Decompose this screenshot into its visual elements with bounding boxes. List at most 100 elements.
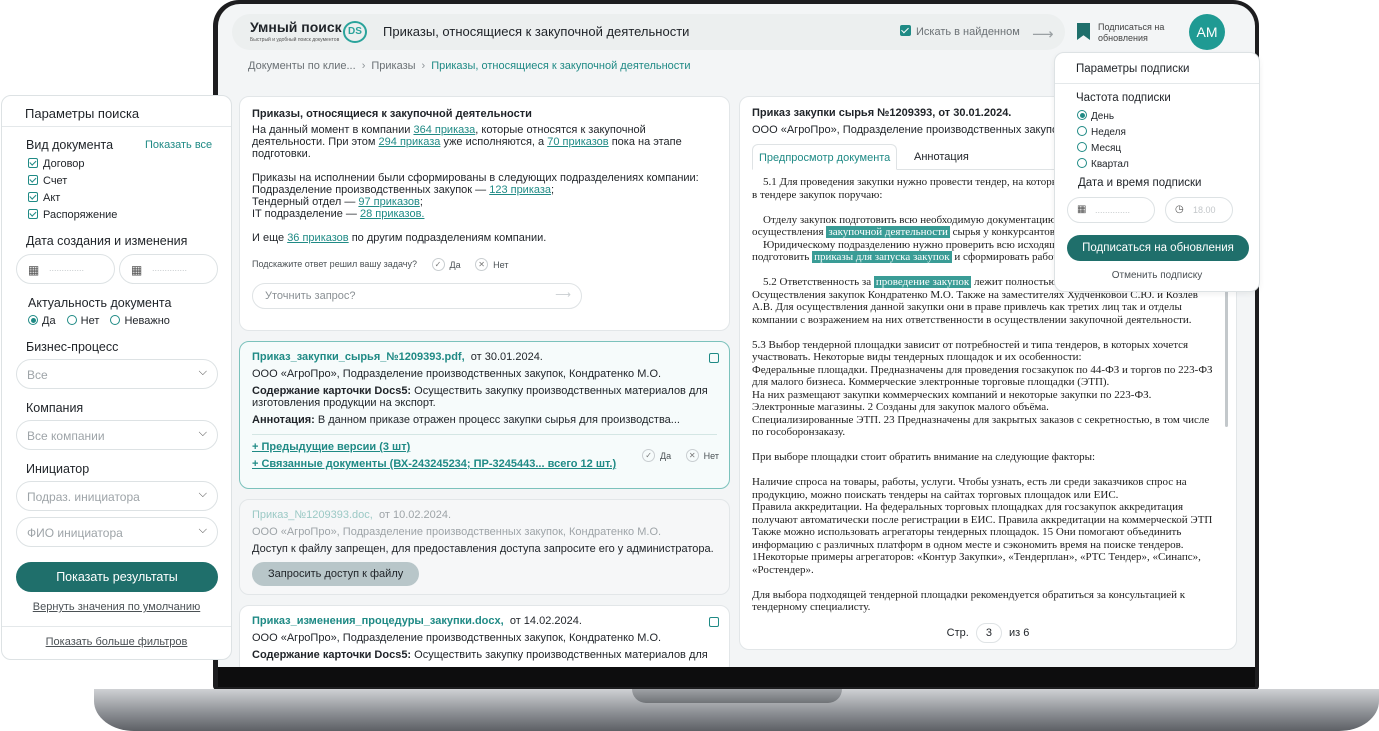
frequency-radio-month[interactable]: Месяц (1077, 142, 1121, 154)
radio-yes[interactable]: Да (28, 315, 56, 327)
initiator-name-select[interactable]: ФИО инициатора ⌵ (16, 517, 218, 547)
doctype-checkbox-contract[interactable]: Договор (28, 158, 85, 170)
tab-annotation[interactable]: Аннотация (908, 144, 975, 170)
radio-label: Месяц (1091, 143, 1122, 154)
more-filters-link[interactable]: Показать больше фильтров (2, 636, 231, 648)
search-result-card[interactable]: Приказ_закупки_сырья_№1209393.pdf, от 30… (239, 341, 730, 489)
radio-icon (66, 315, 77, 325)
request-access-button[interactable]: Запросить доступ к файлу (252, 562, 420, 586)
radio-selected-icon (28, 315, 38, 325)
doctype-checkbox-invoice[interactable]: Счет (28, 175, 67, 187)
frequency-radio-week[interactable]: Неделя (1077, 126, 1126, 138)
select-value: Все компании (27, 429, 105, 443)
doc-paragraph: Наличие спроса на товары, работы, услуги… (752, 476, 1220, 576)
initiator-dept-select[interactable]: Подраз. инициатора ⌵ (16, 481, 218, 511)
doc-text: На них размещают закупки коммерческих ко… (752, 388, 1152, 401)
close-icon: ✕ (475, 258, 489, 271)
select-placeholder: ФИО инициатора (27, 526, 123, 540)
logo-subtitle: Быстрый и удобный поиск документов (250, 37, 340, 43)
subscribe-button[interactable]: Подписаться на обновления (1067, 235, 1249, 261)
avatar[interactable]: АМ (1189, 14, 1225, 50)
result-filename[interactable]: Приказ_закупки_сырья_№1209393.pdf, (252, 351, 465, 363)
arrow-right-icon[interactable]: ⟶ (1032, 25, 1054, 43)
result-filename: Приказ_№1209393.doc, (252, 509, 373, 521)
breadcrumb-item[interactable]: Документы по клие... (248, 60, 356, 72)
frequency-radio-day[interactable]: День (1077, 110, 1114, 122)
check-icon: ✓ (431, 258, 445, 271)
checkbox-label: Распоряжение (43, 209, 118, 221)
show-results-button[interactable]: Показать результаты (16, 562, 218, 592)
search-result-card[interactable]: Приказ_изменения_процедуры_закупки.docx,… (239, 605, 730, 667)
show-all-link[interactable]: Показать все (145, 139, 212, 151)
result-annotation: Аннотация: В данном приказе отражен проц… (252, 414, 717, 426)
business-process-select[interactable]: Все ⌵ (16, 359, 218, 389)
cancel-subscription-link[interactable]: Отменить подписку (1055, 270, 1259, 281)
doc-text: в тендере закупок поручаю: (752, 188, 883, 201)
bookmark-icon[interactable] (1077, 23, 1090, 40)
date-modified-input[interactable]: ▦.............. (119, 254, 218, 284)
radio-no[interactable]: Нет (66, 315, 100, 327)
result-filename[interactable]: Приказ_изменения_процедуры_закупки.docx, (252, 615, 504, 627)
summary-text: И еще (252, 232, 288, 244)
summary-paragraph-1: На данный момент в компании 364 приказа,… (252, 124, 717, 160)
link-70-orders[interactable]: 70 приказов (547, 136, 608, 148)
result-date: от 10.02.2024. (378, 509, 452, 521)
doc-text: 1Некоторые примеры агрегаторов: «Контур … (752, 551, 1201, 576)
check-icon: ✓ (642, 449, 656, 462)
company-select[interactable]: Все компании ⌵ (16, 420, 218, 450)
subscribe-updates-button[interactable]: Подписаться на обновления (1098, 22, 1178, 44)
frequency-label: Частота подписки (1076, 92, 1171, 104)
datetime-label: Дата и время подписки (1078, 177, 1202, 189)
arrow-right-icon[interactable]: ⟶ (555, 289, 571, 301)
radio-icon (1077, 158, 1087, 168)
result-title[interactable]: Приказ_закупки_сырья_№1209393.pdf, от 30… (252, 351, 717, 363)
frequency-radio-quarter[interactable]: Квартал (1077, 158, 1129, 170)
checkbox-label: Договор (43, 158, 85, 170)
subscription-time-input[interactable]: ◷ 18.00 (1165, 197, 1233, 223)
link-123-orders[interactable]: 123 приказа (489, 184, 551, 196)
result-feedback: ✓ Да ✕ Нет (630, 449, 719, 462)
reset-defaults-link[interactable]: Вернуть значения по умолчанию (2, 601, 231, 613)
select-placeholder: Подраз. инициатора (27, 490, 140, 504)
doctype-checkbox-act[interactable]: Акт (28, 192, 60, 204)
subscription-title: Параметры подписки (1076, 63, 1190, 75)
feedback-yes-button[interactable]: ✓ Да (431, 258, 461, 271)
feedback-question: Подскажите ответ решил вашу задачу? (252, 259, 417, 269)
chevron-right-icon: › (361, 60, 366, 72)
link-97-orders[interactable]: 97 приказов (358, 196, 419, 208)
radio-label: Нет (80, 315, 100, 327)
result-title: Приказ_№1209393.doc, от 10.02.2024. (252, 509, 717, 521)
divider (1055, 83, 1259, 84)
page-number-input[interactable]: 3 (975, 623, 1002, 643)
link-28-orders[interactable]: 28 приказов. (360, 208, 425, 220)
link-294-orders[interactable]: 294 приказа (379, 136, 441, 148)
result-title[interactable]: Приказ_изменения_процедуры_закупки.docx,… (252, 615, 717, 627)
radio-any[interactable]: Неважно (110, 315, 170, 327)
refine-query-input[interactable]: Уточнить запрос? ⟶ (252, 283, 582, 309)
feedback-no-label: Нет (493, 259, 509, 270)
feedback-yes-button[interactable]: ✓ Да (642, 449, 671, 462)
doctype-checkbox-order[interactable]: Распоряжение (28, 209, 117, 221)
summary-text: Тендерный отдел — (252, 196, 359, 208)
feedback-no-button[interactable]: ✕ Нет (685, 449, 719, 462)
result-select-checkbox[interactable] (709, 353, 719, 363)
search-in-found-checkbox[interactable]: Искать в найденном (900, 25, 1020, 38)
logo[interactable]: Умный поиск Быстрый и удобный поиск доку… (250, 19, 370, 47)
subscription-date-input[interactable]: ▦.............. (1067, 197, 1155, 223)
tab-preview[interactable]: Предпросмотр документа (752, 144, 898, 170)
result-select-checkbox[interactable] (709, 617, 719, 627)
link-364-orders[interactable]: 364 приказа (413, 124, 475, 136)
feedback-no-button[interactable]: ✕ Нет (475, 258, 508, 271)
summary-paragraph-3: И еще 36 приказов по другим подразделени… (252, 232, 717, 244)
radio-label: День (1091, 111, 1115, 122)
doc-text: 5.2 Ответственность за (763, 276, 874, 288)
checkbox-label: Акт (43, 192, 61, 204)
link-36-orders[interactable]: 36 приказов (287, 232, 348, 244)
date-created-input[interactable]: ▦.............. (16, 254, 115, 284)
doc-text: Правила аккредитации. На федеральных тор… (752, 501, 1213, 526)
summary-paragraph-2: Приказы на исполнении были сформированы … (252, 172, 699, 220)
summary-text: уже исполняются, а (440, 136, 548, 148)
content-text: Осуществить закупку производственных мат… (411, 649, 708, 661)
breadcrumb-item[interactable]: Приказы (371, 60, 415, 72)
date-placeholder: .............. (1095, 205, 1131, 215)
